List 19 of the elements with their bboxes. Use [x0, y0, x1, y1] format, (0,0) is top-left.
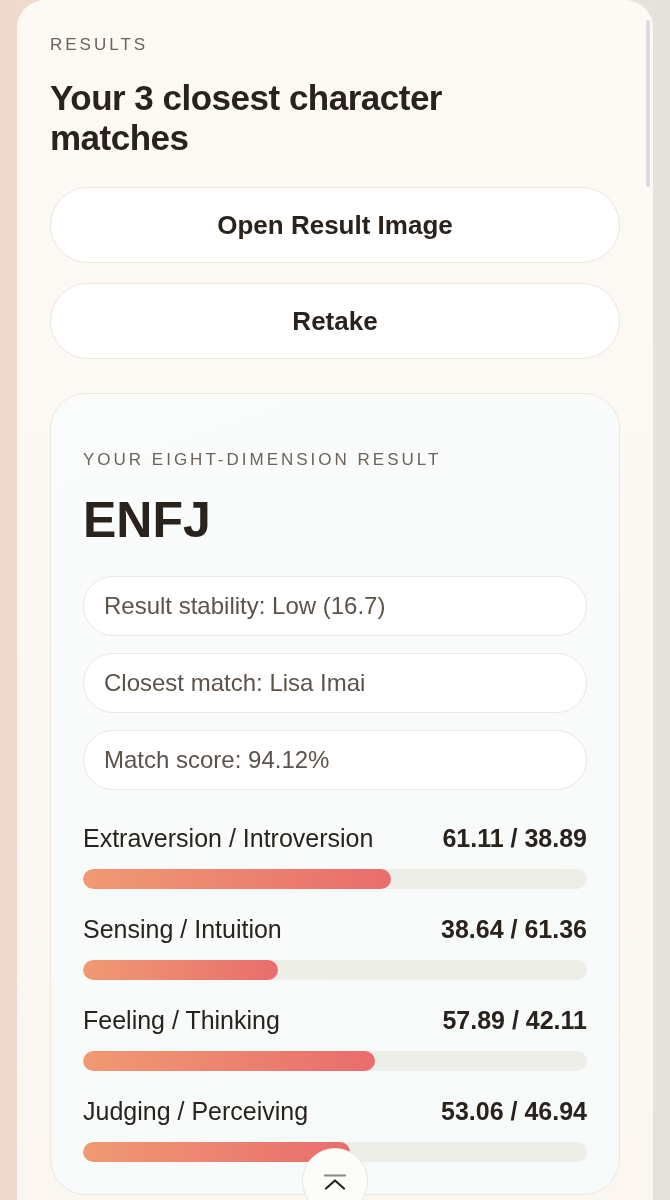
section-eyebrow: RESULTS: [50, 35, 150, 55]
dimension-label: Judging / Perceiving: [83, 1096, 309, 1126]
results-title: Your 3 closest character matches: [50, 78, 443, 158]
scroll-to-top-icon: [323, 1174, 347, 1190]
fact-pill: Result stability: Low (16.7): [83, 576, 587, 636]
action-button[interactable]: Retake: [50, 283, 620, 359]
dimension-score: 53.06 / 46.94: [441, 1096, 587, 1126]
dimension-score: 57.89 / 42.11: [442, 1005, 587, 1035]
fact-pill: Match score: 94.12%: [83, 730, 587, 790]
dimension-label: Feeling / Thinking: [83, 1005, 280, 1035]
dimension-score: 38.64 / 61.36: [441, 914, 587, 944]
fact-pill: Closest match: Lisa Imai: [83, 653, 587, 713]
scrollbar-thumb[interactable]: [646, 20, 650, 187]
card-eyebrow: YOUR EIGHT-DIMENSION RESULT: [83, 449, 443, 471]
personality-type: ENFJ: [83, 491, 212, 550]
action-button[interactable]: Open Result Image: [50, 187, 620, 263]
dimension-label: Sensing / Intuition: [83, 914, 282, 944]
dimension-score: 61.11 / 38.89: [442, 823, 587, 853]
dimension-label: Extraversion / Introversion: [83, 823, 374, 853]
